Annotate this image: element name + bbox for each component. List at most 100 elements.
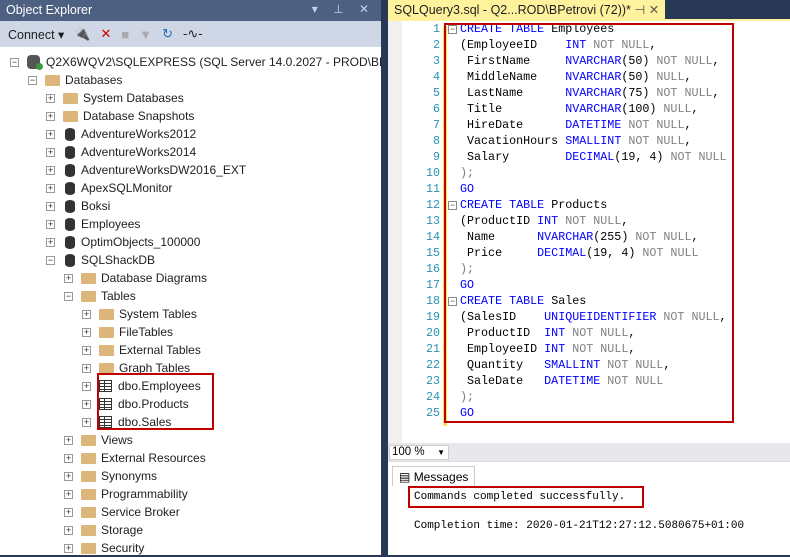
expand-icon[interactable]: + [64, 453, 73, 463]
expand-icon[interactable]: + [82, 363, 91, 373]
tab-pin-close-icons[interactable]: ⊣ ✕ [634, 3, 659, 17]
tree-node[interactable]: + External Resources [64, 449, 206, 467]
expand-icon[interactable]: + [46, 219, 55, 229]
folder-icon [63, 92, 78, 104]
panel-splitter[interactable] [381, 0, 388, 555]
tree-node[interactable]: − SQLShackDB [46, 251, 155, 269]
connect-icon[interactable]: 🔌 [74, 26, 90, 42]
expand-icon[interactable]: + [64, 435, 73, 445]
results-pane: ▤ Messages Commands completed successful… [388, 461, 790, 555]
tree-node-label: AdventureWorksDW2016_EXT [81, 163, 247, 177]
tree-node[interactable]: + Synonyms [64, 467, 157, 485]
folder-icon [99, 326, 114, 338]
tree-node-label: Employees [81, 217, 141, 231]
tree-node-label: External Tables [119, 343, 201, 357]
tree-node[interactable]: + Service Broker [64, 503, 180, 521]
window-controls[interactable]: ▾ ⊥ ✕ [312, 2, 375, 16]
expand-icon[interactable]: + [82, 309, 91, 319]
line-number: 9 [432, 150, 440, 164]
message-highlight-box [408, 486, 644, 508]
expand-icon[interactable]: + [46, 111, 55, 121]
tree-node[interactable]: + Security [64, 539, 144, 557]
line-number: 21 [425, 342, 440, 356]
folder-icon [81, 488, 96, 500]
collapse-icon[interactable]: − [46, 255, 55, 265]
object-explorer-toolbar: Connect ▾ 🔌 ✕ ■ ▼ ↻ -∿- [0, 21, 381, 47]
db-icon [65, 145, 75, 159]
tree-node-label: Databases [65, 73, 123, 87]
expand-icon[interactable]: + [64, 543, 73, 553]
line-number: 8 [432, 134, 440, 148]
expand-icon[interactable]: + [46, 201, 55, 211]
expand-icon[interactable]: + [46, 183, 55, 193]
filter-icon[interactable]: ▼ [139, 27, 152, 42]
tree-node[interactable]: + ApexSQLMonitor [46, 179, 172, 197]
code-area[interactable]: 1− CREATE TABLE Employees 2 (EmployeeID INT… [388, 19, 790, 443]
tree-node-label: System Databases [83, 91, 184, 105]
tree-node-label: Service Broker [101, 505, 180, 519]
line-number: 3 [432, 54, 440, 68]
db-icon [65, 217, 75, 231]
line-number: 20 [425, 326, 440, 340]
messages-tab[interactable]: ▤ Messages [392, 466, 476, 486]
tree-node[interactable]: + AdventureWorksDW2016_EXT [46, 161, 246, 179]
expand-icon[interactable]: + [46, 129, 55, 139]
expand-icon[interactable]: + [46, 147, 55, 157]
stop-icon[interactable]: ■ [121, 27, 129, 42]
expand-icon[interactable]: + [46, 237, 55, 247]
connect-button[interactable]: Connect ▾ [8, 27, 64, 42]
expand-icon[interactable]: + [82, 381, 91, 391]
selection-margin [388, 21, 402, 443]
tree-node[interactable]: − Q2X6WQV2\SQLEXPRESS (SQL Server 14.0.20… [10, 53, 416, 71]
line-number: 6 [432, 102, 440, 116]
tree-node[interactable]: + Database Diagrams [64, 269, 207, 287]
expand-icon[interactable]: + [82, 417, 91, 427]
expand-icon[interactable]: + [64, 489, 73, 499]
line-number: 11 [425, 182, 440, 196]
line-number: 4 [432, 70, 440, 84]
tree-node[interactable]: + AdventureWorks2012 [46, 125, 196, 143]
expand-icon[interactable]: + [46, 165, 55, 175]
tree-node[interactable]: + AdventureWorks2014 [46, 143, 196, 161]
folder-icon [45, 74, 60, 86]
tree-node[interactable]: + OptimObjects_100000 [46, 233, 200, 251]
expand-icon[interactable]: + [64, 525, 73, 535]
expand-icon[interactable]: + [64, 471, 73, 481]
tree-node[interactable]: + Boksi [46, 197, 110, 215]
db-icon [65, 235, 75, 249]
line-number: 17 [425, 278, 440, 292]
query-tab[interactable]: SQLQuery3.sql - Q2...ROD\BPetrovi (72))*… [388, 0, 666, 19]
zoom-select[interactable]: 100 % ▼ [389, 445, 449, 460]
expand-icon[interactable]: + [64, 507, 73, 517]
tree-node[interactable]: + FileTables [82, 323, 173, 341]
expand-icon[interactable]: + [64, 273, 73, 283]
folder-icon [81, 506, 96, 518]
collapse-icon[interactable]: − [28, 75, 37, 85]
expand-icon[interactable]: + [82, 399, 91, 409]
messages-icon: ▤ [399, 470, 411, 484]
refresh-icon[interactable]: ↻ [162, 26, 173, 42]
tree-node[interactable]: − Tables [64, 287, 136, 305]
line-number: 14 [425, 230, 440, 244]
object-explorer-title-bar: Object Explorer ▾ ⊥ ✕ [0, 0, 381, 21]
collapse-icon[interactable]: − [64, 291, 73, 301]
tree-node[interactable]: + Storage [64, 521, 143, 539]
tree-node[interactable]: + Programmability [64, 485, 188, 503]
tree-node[interactable]: − Databases [28, 71, 122, 89]
collapse-icon[interactable]: − [10, 57, 19, 67]
line-number: 24 [425, 390, 440, 404]
expand-icon[interactable]: + [82, 345, 91, 355]
disconnect-icon[interactable]: ✕ [101, 26, 112, 42]
tree-node[interactable]: + System Tables [82, 305, 197, 323]
expand-icon[interactable]: + [82, 327, 91, 337]
tree-node-label: Q2X6WQV2\SQLEXPRESS (SQL Server 14.0.202… [46, 55, 417, 69]
tree-node[interactable]: + External Tables [82, 341, 201, 359]
tree-node[interactable]: + Employees [46, 215, 140, 233]
expand-icon[interactable]: + [46, 93, 55, 103]
tree-node[interactable]: + System Databases [46, 89, 184, 107]
activity-monitor-icon[interactable]: -∿- [183, 26, 203, 42]
panel-title: Object Explorer [6, 3, 93, 17]
tree-node[interactable]: + Views [64, 431, 133, 449]
tree-node[interactable]: + Database Snapshots [46, 107, 194, 125]
tree-node-label: External Resources [101, 451, 206, 465]
